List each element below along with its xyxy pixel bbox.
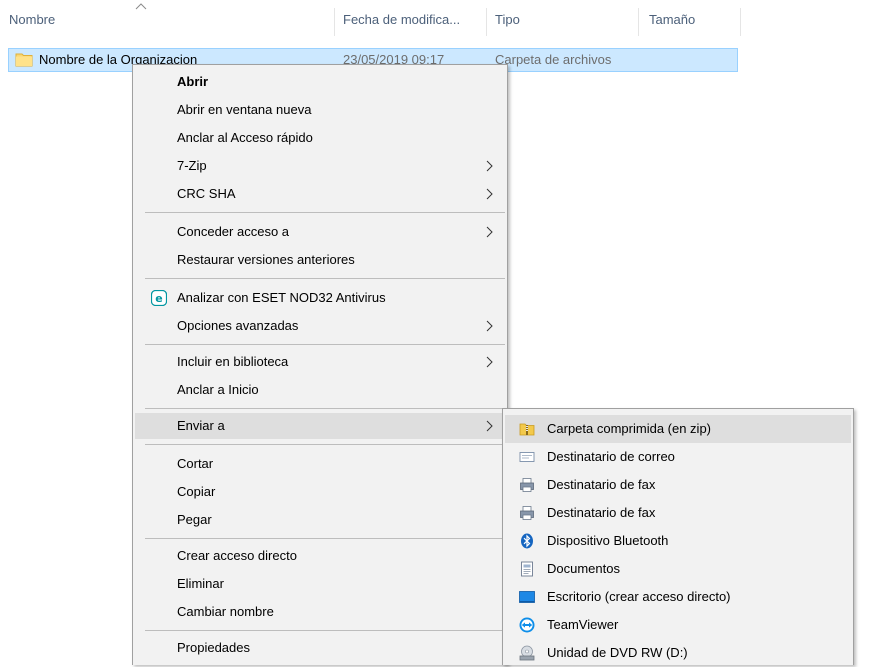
menu-item-rename[interactable]: Cambiar nombre: [135, 599, 505, 625]
menu-item-include-library[interactable]: Incluir en biblioteca: [135, 349, 505, 375]
file-type: Carpeta de archivos: [495, 52, 612, 67]
mail-envelope-icon: [519, 452, 535, 462]
menu-separator: [145, 444, 505, 445]
teamviewer-icon: [519, 617, 535, 633]
submenu-item-label: Carpeta comprimida (en zip): [547, 421, 712, 436]
menu-item-restore-versions[interactable]: Restaurar versiones anteriores: [135, 247, 505, 273]
desktop-icon: [519, 591, 535, 603]
menu-item-advanced-options[interactable]: Opciones avanzadas: [135, 313, 505, 339]
submenu-item-zip[interactable]: Carpeta comprimida (en zip): [505, 415, 851, 443]
menu-separator: [145, 278, 505, 279]
submenu-item-label: Destinatario de correo: [547, 449, 675, 464]
fax-printer-icon: [520, 506, 534, 520]
submenu-item-label: Documentos: [547, 561, 620, 576]
folder-icon: [15, 53, 33, 67]
chevron-right-icon: [486, 226, 493, 238]
menu-item-label: Restaurar versiones anteriores: [177, 252, 355, 267]
fax-printer-icon: [520, 478, 534, 492]
menu-item-properties[interactable]: Propiedades: [135, 635, 505, 661]
submenu-item-mail[interactable]: Destinatario de correo: [505, 443, 851, 471]
menu-item-grant-access[interactable]: Conceder acceso a: [135, 219, 505, 245]
menu-item-label: Opciones avanzadas: [177, 318, 299, 333]
column-header-date[interactable]: Fecha de modifica...: [334, 9, 486, 31]
submenu-item-label: Destinatario de fax: [547, 477, 656, 492]
menu-item-delete[interactable]: Eliminar: [135, 571, 505, 597]
menu-item-scan-eset[interactable]: e Analizar con ESET NOD32 Antivirus: [135, 285, 505, 311]
menu-item-cut[interactable]: Cortar: [135, 451, 505, 477]
menu-item-label: Enviar a: [177, 418, 225, 433]
menu-separator: [145, 344, 505, 345]
menu-item-copy[interactable]: Copiar: [135, 479, 505, 505]
chevron-right-icon: [486, 356, 493, 368]
menu-item-crc-sha[interactable]: CRC SHA: [135, 181, 505, 207]
bluetooth-icon: [521, 533, 533, 549]
submenu-item-teamviewer[interactable]: TeamViewer: [505, 611, 851, 639]
menu-item-send-to[interactable]: Enviar a: [135, 413, 505, 439]
menu-item-label: Cambiar nombre: [177, 604, 274, 619]
column-header-size[interactable]: Tamaño: [640, 9, 740, 31]
menu-separator: [145, 408, 505, 409]
menu-item-label: Analizar con ESET NOD32 Antivirus: [177, 290, 386, 305]
submenu-item-bluetooth[interactable]: Dispositivo Bluetooth: [505, 527, 851, 555]
menu-item-paste[interactable]: Pegar: [135, 507, 505, 533]
submenu-item-label: Escritorio (crear acceso directo): [547, 589, 731, 604]
chevron-right-icon: [486, 420, 493, 432]
submenu-item-label: Dispositivo Bluetooth: [547, 533, 669, 548]
menu-item-create-shortcut[interactable]: Crear acceso directo: [135, 543, 505, 569]
submenu-item-label: TeamViewer: [547, 617, 619, 632]
chevron-right-icon: [486, 320, 493, 332]
menu-item-7zip[interactable]: 7-Zip: [135, 153, 505, 179]
menu-item-label: Copiar: [177, 484, 216, 499]
context-menu: Abrir Abrir en ventana nueva Anclar al A…: [132, 64, 508, 665]
chevron-right-icon: [486, 188, 493, 200]
menu-item-label: Crear acceso directo: [177, 548, 297, 563]
menu-item-label: Incluir en biblioteca: [177, 354, 289, 369]
submenu-item-dvd-drive[interactable]: Unidad de DVD RW (D:): [505, 639, 851, 667]
menu-item-label: Conceder acceso a: [177, 224, 290, 239]
menu-item-pin-start[interactable]: Anclar a Inicio: [135, 377, 505, 403]
column-divider[interactable]: [638, 8, 639, 36]
menu-item-pin-quick-access[interactable]: Anclar al Acceso rápido: [135, 125, 505, 151]
submenu-item-documents[interactable]: Documentos: [505, 555, 851, 583]
menu-item-label: Anclar al Acceso rápido: [177, 130, 313, 145]
column-header-type[interactable]: Tipo: [486, 9, 638, 31]
menu-item-label: Propiedades: [177, 640, 250, 655]
zip-folder-icon: [519, 423, 535, 436]
column-header-name[interactable]: Nombre: [0, 9, 334, 31]
send-to-submenu: Carpeta comprimida (en zip) Destinatario…: [502, 408, 854, 665]
menu-item-label: Eliminar: [177, 576, 224, 591]
chevron-right-icon: [486, 160, 493, 172]
menu-item-open[interactable]: Abrir: [135, 69, 505, 95]
menu-item-open-new-window[interactable]: Abrir en ventana nueva: [135, 97, 505, 123]
menu-item-label: Anclar a Inicio: [177, 382, 259, 397]
dvd-drive-icon: [519, 645, 535, 661]
column-header-bar: Nombre Fecha de modifica... Tipo Tamaño: [0, 0, 878, 40]
menu-item-label: Pegar: [177, 512, 212, 527]
menu-separator: [145, 212, 505, 213]
submenu-item-label: Unidad de DVD RW (D:): [547, 645, 688, 660]
eset-antivirus-icon: e: [151, 290, 167, 306]
menu-item-label: Abrir: [177, 74, 209, 89]
menu-separator: [145, 630, 505, 631]
menu-item-label: CRC SHA: [177, 186, 236, 201]
menu-item-label: Abrir en ventana nueva: [177, 102, 312, 117]
submenu-item-fax-1[interactable]: Destinatario de fax: [505, 471, 851, 499]
column-divider[interactable]: [740, 8, 741, 36]
menu-item-label: 7-Zip: [177, 158, 207, 173]
menu-separator: [145, 538, 505, 539]
menu-item-label: Cortar: [177, 456, 214, 471]
documents-icon: [521, 561, 533, 577]
submenu-item-desktop[interactable]: Escritorio (crear acceso directo): [505, 583, 851, 611]
submenu-item-label: Destinatario de fax: [547, 505, 656, 520]
submenu-item-fax-2[interactable]: Destinatario de fax: [505, 499, 851, 527]
svg-text:e: e: [155, 292, 162, 305]
